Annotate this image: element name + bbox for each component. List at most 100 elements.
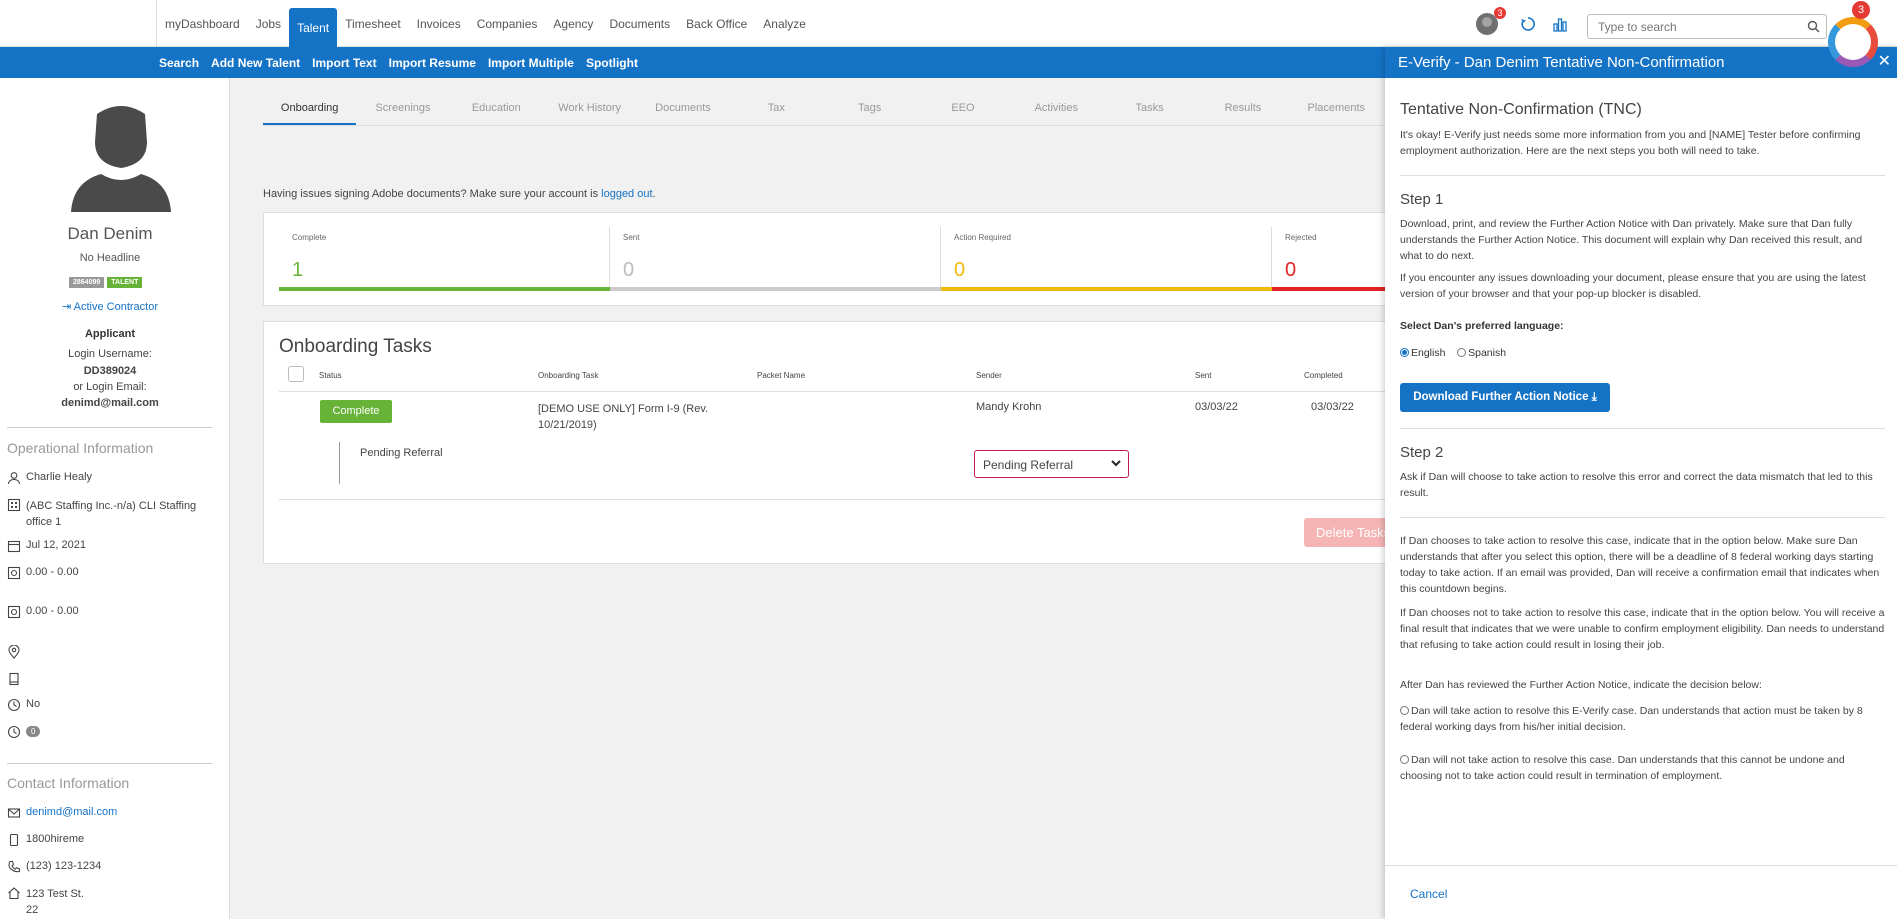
- tab-work-history[interactable]: Work History: [543, 96, 636, 125]
- flag-row: No: [7, 698, 207, 712]
- step2-paragraph4: After Dan has reviewed the Further Actio…: [1400, 679, 1762, 691]
- book-row: [7, 672, 207, 686]
- col-completed: Completed: [1304, 371, 1343, 380]
- contact-phone2-row: (123) 123-1234: [7, 860, 207, 874]
- tab-screenings[interactable]: Screenings: [356, 96, 449, 125]
- sign-in-icon: ⇥: [61, 301, 74, 313]
- english-radio[interactable]: English: [1400, 347, 1445, 359]
- chevron-down-icon: [1111, 460, 1121, 467]
- nav-invoices[interactable]: Invoices: [409, 0, 469, 47]
- tab-documents[interactable]: Documents: [636, 96, 729, 125]
- step1-paragraph1: Download, print, and review the Further …: [1400, 218, 1863, 262]
- money-icon: [7, 566, 21, 580]
- nav-agency[interactable]: Agency: [545, 0, 601, 47]
- logged-out-link[interactable]: logged out: [601, 188, 652, 200]
- search-icon[interactable]: [1807, 20, 1820, 33]
- contact-email-row[interactable]: denimd@mail.com: [7, 806, 207, 820]
- col-status: Status: [319, 371, 342, 380]
- delete-tasks-button[interactable]: Delete Tasks: [1304, 518, 1394, 547]
- option-not-take-action[interactable]: Dan will not take action to resolve this…: [1400, 752, 1885, 784]
- talent-id-tag: 2864099: [69, 277, 105, 288]
- recruiter-row: Charlie Healy: [7, 471, 207, 485]
- money-icon: [7, 605, 21, 619]
- step2-paragraph1: Ask if Dan will choose to take action to…: [1400, 471, 1873, 499]
- clock-icon: [7, 725, 21, 739]
- referral-status-select[interactable]: Pending Referral: [974, 450, 1129, 478]
- pending-referral-label: Pending Referral: [360, 447, 443, 459]
- adobe-notice: Having issues signing Adobe documents? M…: [263, 188, 656, 200]
- subnav-import-multiple[interactable]: Import Multiple: [488, 56, 574, 70]
- tab-placements[interactable]: Placements: [1290, 96, 1383, 125]
- close-icon[interactable]: ✕: [1878, 51, 1891, 71]
- step1-paragraph2: If you encounter any issues downloading …: [1400, 272, 1866, 300]
- book-icon: [9, 672, 19, 686]
- nav-companies[interactable]: Companies: [469, 0, 546, 47]
- subnav-search[interactable]: Search: [159, 56, 199, 70]
- tab-onboarding[interactable]: Onboarding: [263, 96, 357, 125]
- search-input[interactable]: [1587, 14, 1827, 39]
- select-all-checkbox[interactable]: [288, 366, 304, 382]
- subnav-add-new-talent[interactable]: Add New Talent: [211, 56, 300, 70]
- location-row: [7, 645, 207, 659]
- col-onboarding-task: Onboarding Task: [538, 371, 599, 380]
- option-take-action[interactable]: Dan will take action to resolve this E-V…: [1400, 703, 1885, 735]
- tab-tasks[interactable]: Tasks: [1103, 96, 1196, 125]
- stat-sent: Sent 0: [610, 227, 941, 291]
- profile-avatar: [71, 106, 171, 212]
- everify-panel: E-Verify - Dan Denim Tentative Non-Confi…: [1385, 47, 1897, 919]
- tab-activities[interactable]: Activities: [1010, 96, 1103, 125]
- login-username-label: Login Username:: [68, 348, 152, 360]
- panel-title: E-Verify - Dan Denim Tentative Non-Confi…: [1398, 54, 1725, 71]
- nav-jobs[interactable]: Jobs: [248, 0, 289, 47]
- task-completed-date: 03/03/22: [1311, 401, 1354, 413]
- office-row: (ABC Staffing Inc.-n/a) CLI Staffing off…: [7, 498, 207, 530]
- onboarding-stats: Complete 1 Sent 0 Action Required 0 Reje…: [263, 212, 1394, 306]
- sidebar-divider: [7, 427, 212, 428]
- main-menu: myDashboard Jobs Talent Timesheet Invoic…: [156, 0, 814, 47]
- nav-talent[interactable]: Talent: [289, 8, 338, 47]
- language-label: Select Dan's preferred language:: [1400, 320, 1564, 332]
- cancel-button[interactable]: Cancel: [1410, 887, 1447, 901]
- operational-info-title: Operational Information: [7, 440, 154, 456]
- col-sender: Sender: [976, 371, 1002, 380]
- subnav-import-text[interactable]: Import Text: [312, 56, 376, 70]
- refresh-icon[interactable]: [1520, 16, 1536, 32]
- step2-paragraph3: If Dan chooses not to take action to res…: [1400, 607, 1885, 651]
- count-pill: 0: [26, 726, 41, 737]
- date-row: Jul 12, 2021: [7, 539, 207, 553]
- tab-tax[interactable]: Tax: [730, 96, 823, 125]
- tab-results[interactable]: Results: [1196, 96, 1289, 125]
- tab-tags[interactable]: Tags: [823, 96, 916, 125]
- tab-eeo[interactable]: EEO: [916, 96, 1009, 125]
- talent-type-tag: TALENT: [107, 277, 143, 288]
- tnc-heading: Tentative Non-Confirmation (TNC): [1400, 101, 1642, 118]
- tab-education[interactable]: Education: [450, 96, 543, 125]
- bar-chart-icon[interactable]: [1552, 16, 1568, 32]
- active-contractor-link[interactable]: ⇥ Active Contractor: [0, 300, 220, 313]
- nav-mydashboard[interactable]: myDashboard: [157, 0, 248, 47]
- step2-paragraph2: If Dan chooses to take action to resolve…: [1400, 535, 1880, 595]
- spanish-radio[interactable]: Spanish: [1457, 347, 1506, 359]
- contact-address-row: 123 Test St. 22: [7, 886, 207, 918]
- subnav-spotlight[interactable]: Spotlight: [586, 56, 638, 70]
- sidebar-divider: [7, 763, 212, 764]
- pay-rate-row: 0.00 - 0.00: [7, 566, 207, 580]
- home-icon: [8, 887, 20, 900]
- help-widget[interactable]: [1828, 17, 1878, 67]
- download-notice-button[interactable]: Download Further Action Notice ⤓: [1400, 383, 1610, 412]
- status-complete-button[interactable]: Complete: [320, 400, 392, 423]
- col-sent: Sent: [1195, 371, 1212, 380]
- subnav-import-resume[interactable]: Import Resume: [389, 56, 476, 70]
- envelope-icon: [7, 808, 21, 818]
- nav-back-office[interactable]: Back Office: [678, 0, 755, 47]
- nav-timesheet[interactable]: Timesheet: [337, 0, 409, 47]
- map-pin-icon: [8, 645, 20, 659]
- step2-title: Step 2: [1400, 444, 1444, 461]
- login-username: DD389024: [83, 365, 137, 377]
- nav-analyze[interactable]: Analyze: [755, 0, 814, 47]
- nav-documents[interactable]: Documents: [601, 0, 678, 47]
- notification-badge: 3: [1494, 7, 1506, 19]
- onboarding-tasks-card: Onboarding Tasks Status Onboarding Task …: [263, 321, 1394, 564]
- contact-phone1-row: 1800hireme: [7, 833, 207, 847]
- onboarding-tasks-title: Onboarding Tasks: [279, 336, 432, 357]
